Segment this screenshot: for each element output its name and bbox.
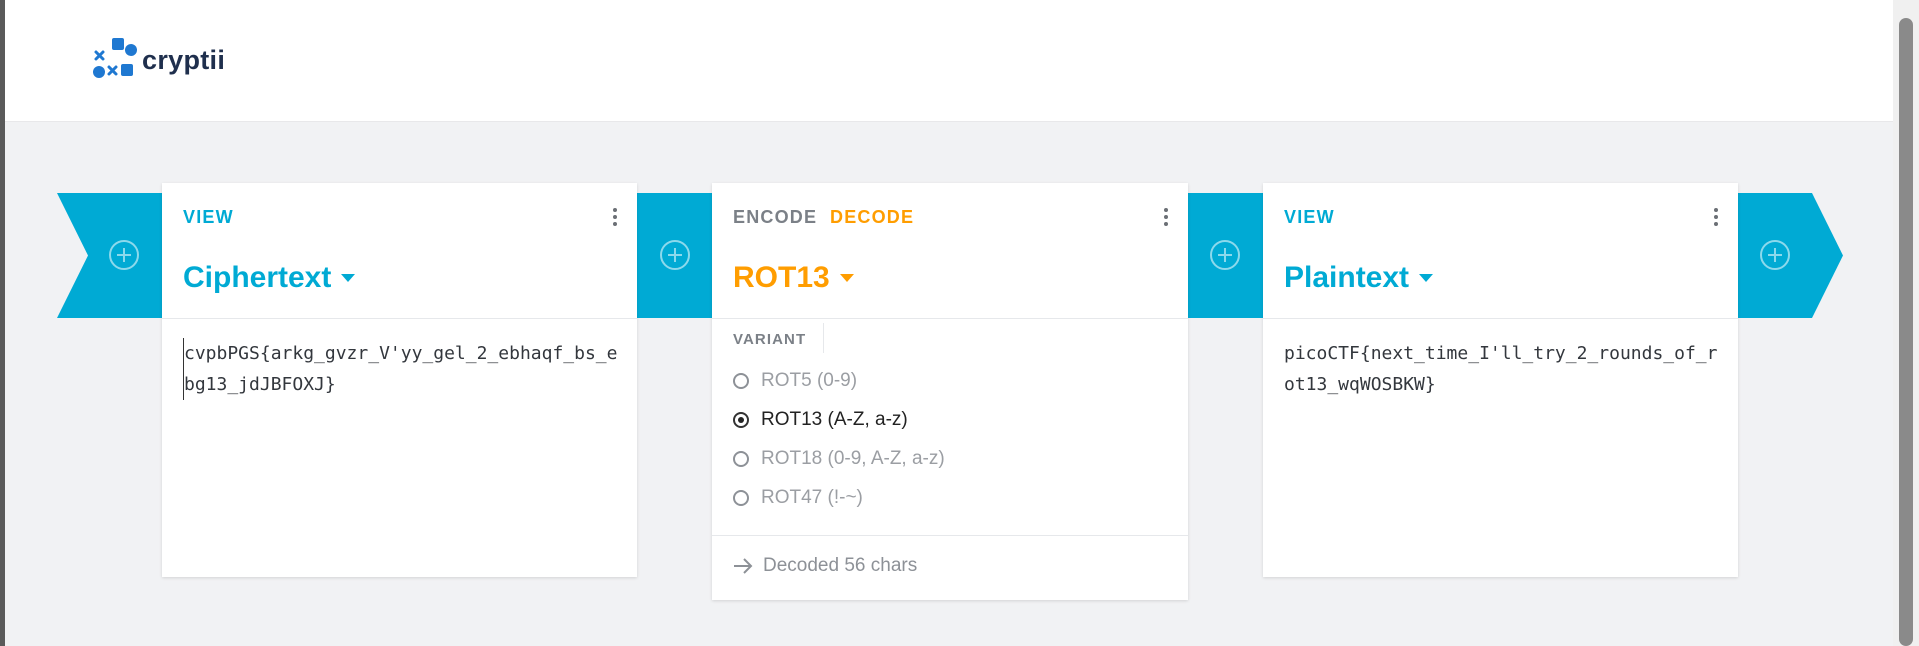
- variant-label: VARIANT: [733, 331, 807, 348]
- app-header: cryptii: [5, 0, 1893, 122]
- tab-view[interactable]: VIEW: [183, 207, 234, 228]
- brick-title-dropdown[interactable]: ROT13: [733, 261, 854, 295]
- radio-label: ROT5 (0-9): [761, 370, 858, 391]
- radio-button[interactable]: [733, 373, 749, 389]
- radio-button-selected[interactable]: [733, 412, 749, 428]
- chevron-down-icon: [1419, 274, 1434, 282]
- brick-title-dropdown[interactable]: Ciphertext: [183, 261, 356, 295]
- radio-option-rot18[interactable]: ROT18 (0-9, A-Z, a-z): [733, 448, 945, 470]
- radio-button[interactable]: [733, 451, 749, 467]
- ciphertext-brick: VIEW Ciphertext cvpbPGS{arkg_gvzr_V'yy_g…: [162, 183, 637, 577]
- chevron-down-icon: [341, 274, 356, 282]
- more-options-icon[interactable]: [1708, 205, 1724, 231]
- status-footer: Decoded 56 chars: [733, 555, 917, 577]
- scrollbar-thumb[interactable]: [1899, 18, 1913, 646]
- add-brick-button-2[interactable]: [1208, 238, 1242, 272]
- plaintext-brick: VIEW Plaintext picoCTF{next_time_I'll_tr…: [1263, 183, 1738, 577]
- brick-title-dropdown[interactable]: Plaintext: [1284, 261, 1434, 295]
- add-brick-button-end[interactable]: [1758, 238, 1792, 272]
- plaintext-brick-header: VIEW Plaintext: [1263, 183, 1738, 319]
- cryptii-logo-icon: [93, 38, 137, 78]
- ciphertext-textarea[interactable]: cvpbPGS{arkg_gvzr_V'yy_gel_2_ebhaqf_bs_e…: [183, 338, 624, 400]
- add-brick-button-start[interactable]: [107, 238, 141, 272]
- chevron-down-icon: [839, 274, 854, 282]
- ciphertext-brick-header: VIEW Ciphertext: [162, 183, 637, 319]
- brand-name: cryptii: [142, 44, 226, 75]
- radio-option-rot5[interactable]: ROT5 (0-9): [733, 370, 857, 392]
- tab-encode[interactable]: ENCODE: [733, 207, 817, 228]
- radio-label: ROT13 (A-Z, a-z): [761, 409, 908, 430]
- radio-option-rot47[interactable]: ROT47 (!-~): [733, 487, 863, 509]
- plaintext-textarea[interactable]: picoCTF{next_time_I'll_try_2_rounds_of_r…: [1284, 338, 1724, 400]
- radio-label: ROT18 (0-9, A-Z, a-z): [761, 448, 945, 469]
- more-options-icon[interactable]: [1158, 205, 1174, 231]
- radio-option-rot13[interactable]: ROT13 (A-Z, a-z): [733, 409, 908, 431]
- radio-label: ROT47 (!-~): [761, 487, 863, 508]
- add-brick-button-1[interactable]: [658, 238, 692, 272]
- logo[interactable]: cryptii: [90, 36, 225, 84]
- radio-button[interactable]: [733, 490, 749, 506]
- arrow-right-icon: [734, 558, 753, 574]
- brick-title: Plaintext: [1284, 261, 1410, 294]
- more-options-icon[interactable]: [607, 205, 623, 231]
- tab-decode[interactable]: DECODE: [830, 207, 914, 228]
- status-text: Decoded 56 chars: [763, 555, 918, 576]
- rot13-brick-header: ENCODE DECODE ROT13: [712, 183, 1188, 319]
- footer-divider: [712, 535, 1188, 536]
- rot13-brick: ENCODE DECODE ROT13 VARIANT ROT5 (0-9) R…: [712, 183, 1188, 600]
- tab-view[interactable]: VIEW: [1284, 207, 1335, 228]
- variant-divider: [823, 323, 824, 353]
- brick-title: ROT13: [733, 261, 830, 294]
- brick-title: Ciphertext: [183, 261, 332, 294]
